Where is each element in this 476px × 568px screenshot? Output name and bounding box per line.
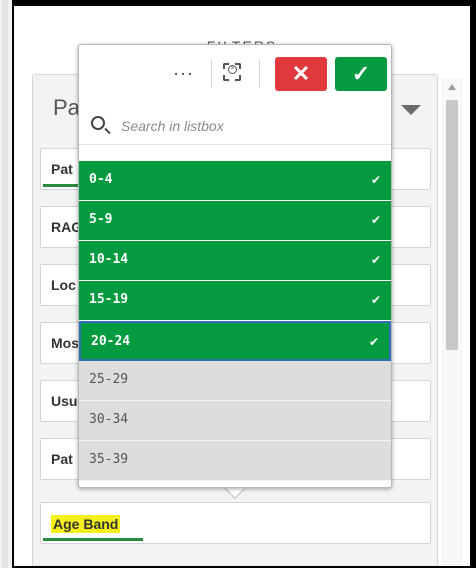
left-window-edge <box>0 0 14 568</box>
list-item[interactable]: 10-14 ✔ <box>79 241 391 281</box>
filter-item-label: Pat <box>51 161 73 177</box>
clear-x-icon: × <box>228 65 237 74</box>
list-item-label: 5-9 <box>89 212 113 227</box>
list-item[interactable]: 5-9 ✔ <box>79 201 391 241</box>
listbox-search <box>79 105 391 145</box>
filter-item-age-band[interactable]: Age Band <box>40 502 431 544</box>
check-icon: ✔ <box>370 173 381 187</box>
list-item[interactable]: 0-4 ✔ <box>79 161 391 201</box>
clear-selection-icon[interactable]: × <box>223 63 241 81</box>
filters-frame: FILTERS Pa Pat RAG Loc Mos Usu Pat Age B… <box>14 6 470 566</box>
list-item-label: 30-34 <box>89 412 129 427</box>
more-options-icon[interactable]: ··· <box>173 63 194 84</box>
left-window-shadow <box>2 0 8 568</box>
scrollbar-thumb[interactable] <box>446 100 458 350</box>
list-item[interactable]: 25-29 <box>79 361 391 401</box>
list-item-label: 10-14 <box>89 252 129 267</box>
check-icon: ✔ <box>368 335 379 349</box>
panel-title: Pa <box>53 95 80 120</box>
listbox-values: 0-4 ✔ 5-9 ✔ 10-14 ✔ 15-19 ✔ 20-24 ✔ 25-2… <box>79 161 391 481</box>
selection-toolbar: ··· × ✕ ✓ <box>79 45 391 101</box>
scroll-up-icon[interactable] <box>448 84 456 90</box>
list-item[interactable]: 20-24 ✔ <box>79 321 391 361</box>
check-icon: ✔ <box>370 293 381 307</box>
check-icon: ✔ <box>370 213 381 227</box>
caret-down-icon[interactable] <box>401 105 421 115</box>
filter-item-label: Loc <box>51 277 76 293</box>
listbox-popover: ··· × ✕ ✓ 0-4 ✔ 5-9 ✔ 10-14 ✔ <box>78 44 392 488</box>
list-item-label: 0-4 <box>89 172 113 187</box>
list-item-label: 35-39 <box>89 452 129 467</box>
check-icon: ✔ <box>370 253 381 267</box>
search-input[interactable] <box>121 115 371 137</box>
filter-item-label: Pat <box>51 451 73 467</box>
filter-item-label: Mos <box>51 335 79 351</box>
list-item[interactable]: 35-39 <box>79 441 391 481</box>
list-item[interactable]: 30-34 <box>79 401 391 441</box>
list-item-label: 15-19 <box>89 292 129 307</box>
list-item-label: 25-29 <box>89 372 129 387</box>
panel-scrollbar[interactable] <box>442 78 462 566</box>
list-item[interactable]: 15-19 ✔ <box>79 281 391 321</box>
cancel-selection-button[interactable]: ✕ <box>275 57 327 91</box>
selection-bar <box>43 538 143 541</box>
toolbar-divider <box>211 59 212 87</box>
list-item-label: 20-24 <box>91 334 131 349</box>
toolbar-divider <box>259 59 260 87</box>
search-icon <box>91 116 105 130</box>
filter-item-label: Age Band <box>51 515 121 533</box>
confirm-selection-button[interactable]: ✓ <box>335 57 387 91</box>
filter-item-label: Usu <box>51 393 78 409</box>
